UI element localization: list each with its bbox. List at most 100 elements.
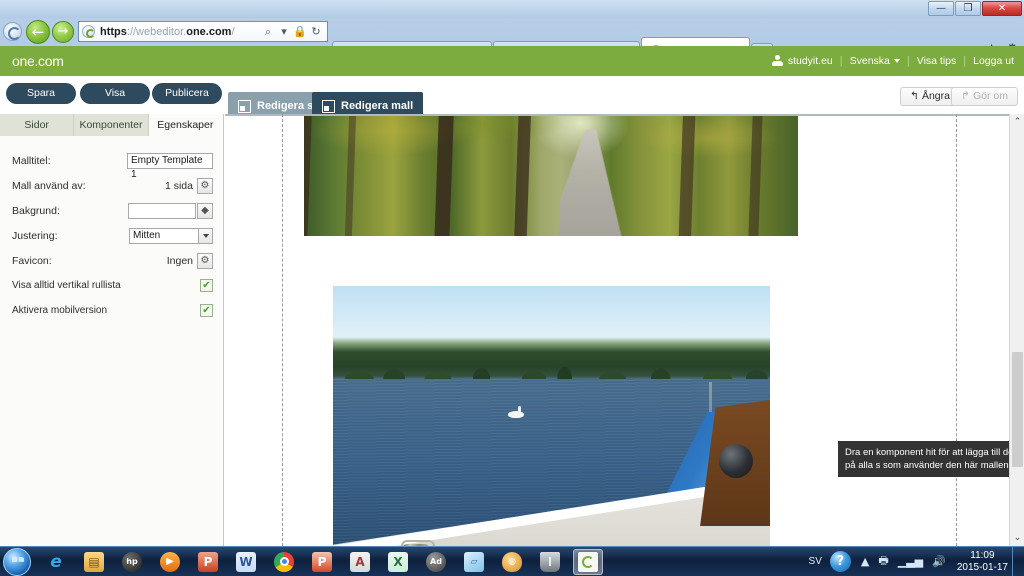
publish-button[interactable]: Publicera	[152, 83, 222, 104]
scrollbar-thumb[interactable]	[1012, 352, 1023, 467]
start-button[interactable]	[3, 547, 31, 576]
access-icon: A	[350, 551, 370, 572]
color-picker-icon[interactable]: ◆	[197, 202, 213, 219]
gear-icon[interactable]: ⚙	[197, 177, 213, 194]
sidebar-tabs: Sidor Komponenter Egenskaper	[0, 114, 223, 136]
powerpoint-icon: P	[312, 551, 332, 572]
taskbar-item-chrome[interactable]	[269, 549, 299, 575]
scroll-down-icon[interactable]: ⌄	[1010, 530, 1024, 546]
editor-canvas[interactable]	[225, 114, 1024, 546]
treeline	[333, 337, 770, 379]
scroll-up-icon[interactable]: ⌃	[1010, 114, 1024, 130]
play-icon: ▶	[160, 551, 180, 572]
taskbar-item-powerpoint[interactable]: P	[307, 549, 337, 575]
user-icon	[771, 54, 783, 68]
windows-taskbar: e ▤ hp ▶ P W P A X Ad ▱ ◍ ❙ SV ? ▲ 🖶 ▁▃▅…	[0, 546, 1024, 576]
taskbar-item-file-explorer[interactable]: ▤	[79, 549, 109, 575]
taskbar-item-hp-support[interactable]: hp	[117, 549, 147, 575]
refresh-icon[interactable]: ↻	[308, 25, 324, 38]
account-link[interactable]: studyit.eu	[788, 55, 833, 67]
sidebar-tab-pages[interactable]: Sidor	[0, 114, 75, 136]
label-background: Bakgrund:	[12, 204, 60, 217]
word-icon: W	[236, 551, 256, 572]
volume-icon[interactable]: 🔊	[932, 555, 946, 568]
forward-arrow-icon[interactable]: →	[52, 21, 74, 43]
show-desktop-button[interactable]	[1012, 546, 1020, 576]
clock[interactable]: 11:09 2015-01-17	[957, 550, 1008, 574]
label-enable-mobile-version: Aktivera mobilversion	[12, 305, 108, 316]
boat-winch	[718, 444, 753, 478]
taskbar-item-paint[interactable]: ◍	[497, 549, 527, 575]
label-always-show-scrollbar: Visa alltid vertikal rullista	[12, 280, 121, 291]
property-row-template-title: Malltitel: Empty Template 1	[12, 148, 213, 180]
chrome-icon	[274, 551, 294, 572]
guide-line-right	[956, 114, 957, 546]
notes-icon: ▱	[464, 551, 484, 572]
template-used-by-value: 1 sida	[164, 179, 193, 192]
property-row-background: Bakgrund: ◆	[12, 198, 213, 223]
onecom-editor-icon	[578, 551, 598, 572]
enable-mobile-version-checkbox[interactable]: ✔	[200, 304, 213, 317]
close-button[interactable]: ✕	[982, 1, 1022, 16]
separator: |	[963, 55, 967, 67]
content-photo-lake-boat[interactable]	[333, 286, 770, 546]
app-header: one.com studyit.eu | Svenska | Visa tips…	[0, 46, 1024, 76]
taskbar-item-excel[interactable]: X	[383, 549, 413, 575]
favicon-value: Ingen	[166, 254, 193, 267]
title-bar: — ❐ ✕	[0, 0, 1024, 18]
ie-logo-icon	[3, 22, 22, 41]
alignment-select[interactable]: Mitten	[129, 227, 199, 244]
help-icon[interactable]: ?	[829, 551, 851, 572]
chevron-up-icon[interactable]: ▲	[861, 555, 869, 568]
onecom-logo[interactable]: one.com	[12, 53, 64, 69]
taskbar-item-word[interactable]: W	[231, 549, 261, 575]
show-tips-link[interactable]: Visa tips	[917, 55, 957, 67]
network-icon[interactable]: ▁▃▅	[898, 555, 923, 568]
taskbar-item-media-player[interactable]: ▶	[155, 549, 185, 575]
clock-time: 11:09	[970, 549, 995, 561]
swan	[507, 406, 524, 418]
browser-window: — ❐ ✕ ← → https://webeditor.one.com/ ⌕ ▾…	[0, 0, 1024, 546]
chevron-down-icon[interactable]	[199, 227, 213, 244]
clock-date: 2015-01-17	[956, 561, 1008, 573]
taskbar-item-web-editor[interactable]	[573, 548, 603, 575]
site-favicon-icon	[82, 25, 95, 38]
language-selector[interactable]: Svenska	[850, 55, 900, 67]
property-row-alignment: Justering: Mitten	[12, 223, 213, 248]
address-bar[interactable]: https://webeditor.one.com/ ⌕ ▾ 🔒 ↻	[78, 21, 328, 42]
taskbar-item-internet-explorer[interactable]: e	[41, 549, 71, 575]
chevron-down-icon[interactable]: ▾	[276, 25, 292, 38]
restore-button[interactable]: ❐	[955, 1, 981, 16]
property-row-enable-mobile: Aktivera mobilversion ✔	[12, 298, 213, 323]
sidebar-tab-properties[interactable]: Egenskaper	[148, 114, 223, 136]
separator: |	[839, 55, 843, 67]
taskbar-item-publisher[interactable]: P	[193, 549, 223, 575]
sidebar-tab-components[interactable]: Komponenter	[74, 114, 149, 136]
save-button[interactable]: Spara	[6, 83, 76, 104]
background-input[interactable]	[128, 202, 196, 219]
template-title-input[interactable]: Empty Template 1	[127, 152, 213, 180]
logout-link[interactable]: Logga ut	[973, 55, 1014, 67]
taskbar-item-recorder[interactable]: ❙	[535, 549, 565, 575]
undo-icon: ↰	[910, 90, 919, 102]
back-arrow-icon[interactable]: ←	[26, 20, 50, 44]
view-button[interactable]: Visa	[80, 83, 150, 104]
printer-icon[interactable]: 🖶	[878, 552, 888, 571]
taskbar-item-access[interactable]: A	[345, 549, 375, 575]
search-icon[interactable]: ⌕	[260, 25, 276, 39]
excel-icon: X	[388, 551, 408, 572]
taskbar-item-acrobat[interactable]: Ad	[421, 549, 451, 575]
language-indicator[interactable]: SV	[809, 556, 822, 567]
left-sidebar: Sidor Komponenter Egenskaper Malltitel: …	[0, 114, 224, 546]
label-favicon: Favicon:	[12, 254, 52, 267]
gear-icon[interactable]: ⚙	[197, 252, 213, 269]
header-photo-autumn-road[interactable]	[304, 116, 798, 236]
canvas-vertical-scrollbar[interactable]: ⌃ ⌄	[1009, 114, 1024, 546]
redo-button[interactable]: ↱ Gör om	[951, 87, 1018, 106]
properties-panel: Malltitel: Empty Template 1 Mall använd …	[0, 136, 223, 323]
always-show-scrollbar-checkbox[interactable]: ✔	[200, 279, 213, 292]
paint-palette-icon: ◍	[502, 551, 522, 572]
lock-icon: 🔒	[293, 25, 307, 38]
taskbar-item-sticky-notes[interactable]: ▱	[459, 549, 489, 575]
minimize-button[interactable]: —	[928, 1, 954, 16]
